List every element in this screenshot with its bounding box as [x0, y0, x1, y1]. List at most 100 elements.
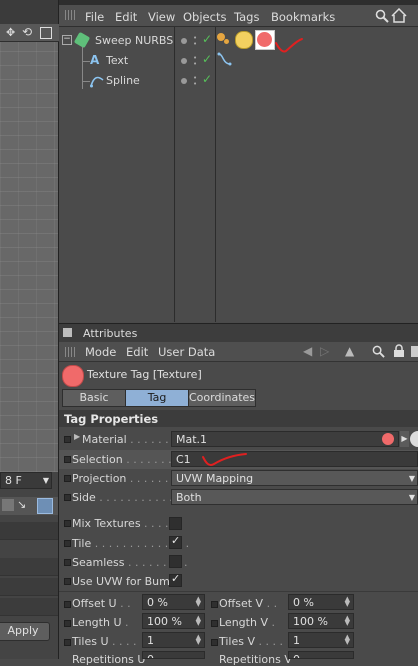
tool-icon[interactable] [2, 499, 14, 511]
menu-file[interactable]: File [85, 10, 104, 24]
repetitions-v-field[interactable]: 0 [288, 651, 354, 659]
mix-textures-checkbox[interactable] [169, 517, 182, 530]
lock-icon[interactable] [393, 344, 405, 358]
keyframe-toggle[interactable] [64, 494, 71, 501]
left-tool-icons: ↘ [0, 497, 58, 515]
material-field[interactable]: Mat.1 [171, 431, 399, 447]
keyframe-toggle[interactable] [64, 456, 71, 463]
spinner-icon[interactable]: ▲ ▼ [345, 615, 350, 627]
object-name[interactable]: Spline [106, 74, 140, 87]
pointer-icon[interactable]: ↘ [17, 498, 26, 511]
frame-field[interactable]: 8 F ▼ [0, 472, 52, 489]
menu-tags[interactable]: Tags [234, 10, 259, 24]
spline-tag-icon[interactable] [217, 52, 233, 66]
length-u-value: 100 % [147, 615, 182, 628]
keyframe-toggle[interactable] [64, 620, 71, 627]
visibility-dots-icon[interactable]: • • [193, 75, 197, 88]
length-v-label: Length V . [219, 616, 275, 629]
checkmark-icon[interactable]: ✓ [202, 72, 212, 86]
new-panel-icon[interactable] [411, 346, 418, 357]
keyframe-toggle[interactable] [64, 639, 71, 646]
keyframe-toggle[interactable] [64, 578, 71, 585]
length-u-field[interactable]: 100 % ▲ ▼ [142, 613, 205, 629]
use-uvw-label: Use UVW for Bump [72, 575, 177, 588]
viewport[interactable] [0, 42, 58, 472]
tiles-u-field[interactable]: 1 ▲ ▼ [142, 632, 205, 648]
spinner-icon[interactable]: ▲ ▼ [196, 615, 201, 627]
tab-coordinates[interactable]: Coordinates [188, 389, 256, 407]
menu-mode[interactable]: Mode [85, 345, 116, 359]
keyframe-toggle[interactable] [64, 436, 71, 443]
side-dropdown[interactable]: Both ▼ [171, 489, 418, 505]
checkmark-icon[interactable]: ✓ [202, 32, 212, 46]
length-v-field[interactable]: 100 % ▲ ▼ [288, 613, 354, 629]
checkmark-icon[interactable]: ✓ [202, 52, 212, 66]
expand-arrow-icon[interactable]: ▶ [74, 432, 80, 441]
visibility-dots-icon[interactable]: • • [193, 55, 197, 68]
object-name[interactable]: Sweep NURBS [95, 34, 173, 47]
keyframe-toggle[interactable] [64, 540, 71, 547]
object-name[interactable]: Text [106, 54, 128, 67]
keyframe-toggle[interactable] [211, 639, 218, 646]
menu-view[interactable]: View [148, 10, 175, 24]
chevron-down-icon: ▼ [408, 493, 415, 502]
move-arrows-icon[interactable]: ✥ [6, 26, 15, 39]
label-text: Offset V [219, 597, 264, 610]
left-row [0, 522, 58, 540]
keyframe-toggle[interactable] [211, 601, 218, 608]
menu-objects[interactable]: Objects [183, 10, 226, 24]
label-text: Tiles U [72, 635, 109, 648]
spinner-icon[interactable]: ▲ ▼ [345, 596, 350, 608]
use-uvw-checkbox[interactable]: ✓ [169, 572, 182, 587]
spinner-icon[interactable]: ▲ ▼ [196, 634, 201, 646]
keyframe-toggle[interactable] [64, 520, 71, 527]
search-icon[interactable] [375, 9, 389, 23]
texture-tag-icon-selected[interactable] [255, 30, 275, 50]
spinner-icon[interactable]: ▲ ▼ [345, 634, 350, 646]
spinner-icon[interactable]: ▲ ▼ [196, 596, 201, 608]
offset-u-field[interactable]: 0 % ▲ ▼ [142, 594, 205, 610]
home-icon[interactable] [391, 8, 407, 23]
forward-arrow-icon[interactable]: ▷ [320, 344, 329, 358]
side-value: Both [176, 491, 202, 504]
menu-bookmarks[interactable]: Bookmarks [271, 10, 335, 24]
up-arrow-icon[interactable]: ▲ [345, 344, 354, 358]
rotate-view-icon[interactable]: ⟲ [22, 25, 32, 39]
repetitions-u-field[interactable]: 0 [142, 651, 205, 659]
keyframe-toggle[interactable] [64, 559, 71, 566]
offset-v-field[interactable]: 0 % ▲ ▼ [288, 594, 354, 610]
tiles-v-field[interactable]: 1 ▲ ▼ [288, 632, 354, 648]
menu-edit[interactable]: Edit [126, 345, 148, 359]
label-text: Projection [72, 472, 127, 485]
menu-user-data[interactable]: User Data [158, 345, 215, 359]
seamless-checkbox[interactable] [169, 555, 182, 568]
search-icon[interactable] [372, 345, 385, 358]
apply-button[interactable]: Apply [0, 622, 50, 641]
tab-basic[interactable]: Basic [62, 389, 126, 407]
layer-dot[interactable] [181, 38, 187, 44]
tile-checkbox[interactable]: ✓ [169, 534, 182, 549]
keyframe-toggle[interactable] [64, 475, 71, 482]
label-text: Seamless [72, 556, 125, 569]
collapse-icon[interactable]: − [62, 35, 72, 45]
keyframe-toggle[interactable] [64, 601, 71, 608]
chevron-down-icon: ▼ [42, 476, 49, 485]
label-text: Side [72, 491, 96, 504]
menu-edit[interactable]: Edit [115, 10, 137, 24]
label-text: Length V [219, 616, 268, 629]
keyframe-toggle[interactable] [211, 620, 218, 627]
object-title: Texture Tag [Texture] [87, 368, 202, 381]
back-arrow-icon[interactable]: ◀ [303, 344, 312, 358]
material-menu-arrow[interactable]: ▶ [400, 431, 409, 447]
tag-icon[interactable] [37, 498, 53, 514]
material-tag-icon[interactable] [235, 31, 253, 49]
tiles-v-label: Tiles V . . . . [219, 635, 283, 648]
maximize-view-icon[interactable] [40, 27, 52, 39]
visibility-dots-icon[interactable]: • • [193, 35, 197, 48]
layer-dot[interactable] [181, 58, 187, 64]
layer-dot[interactable] [181, 78, 187, 84]
projection-dropdown[interactable]: UVW Mapping ▼ [171, 470, 418, 486]
panel-title: Attributes [83, 327, 138, 340]
frame-value: 8 F [5, 474, 22, 487]
tab-tag[interactable]: Tag [125, 389, 189, 407]
